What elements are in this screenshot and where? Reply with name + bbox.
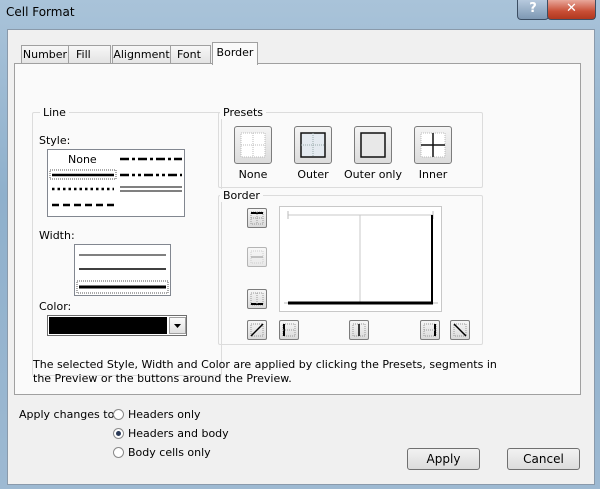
border-top-button[interactable]: [247, 208, 267, 228]
tab-font[interactable]: Font: [170, 45, 211, 63]
preset-inner-label: Inner: [418, 168, 448, 181]
cancel-button[interactable]: Cancel: [507, 448, 580, 470]
preset-none-label: None: [238, 168, 268, 181]
presets-group-title: Presets: [220, 106, 267, 119]
radio-headers-only-label[interactable]: Headers only: [128, 408, 201, 421]
border-inner-vertical-button[interactable]: [349, 320, 369, 340]
line-style-list[interactable]: None: [47, 149, 185, 217]
line-width-list[interactable]: [74, 244, 171, 296]
color-swatch: [49, 317, 167, 334]
radio-headers-only[interactable]: [113, 409, 124, 420]
border-right-icon: [423, 323, 437, 337]
preset-outer-button[interactable]: [294, 126, 332, 164]
border-inner-vertical-icon: [352, 323, 366, 337]
help-button[interactable]: ?: [517, 0, 549, 20]
preset-outer-icon: [300, 132, 326, 158]
radio-headers-and-body[interactable]: [113, 428, 124, 439]
border-preview-canvas[interactable]: [280, 207, 441, 311]
border-tab-page: Line Style: None Width: Color: Presets N…: [14, 63, 581, 395]
title-bar[interactable]: Cell Format ? ✕: [0, 0, 600, 26]
radio-selected-dot: [116, 431, 121, 436]
border-bottom-button[interactable]: [247, 289, 267, 309]
border-left-button[interactable]: [279, 320, 299, 340]
preset-inner-button[interactable]: [414, 126, 452, 164]
chevron-down-icon: [174, 324, 181, 328]
preset-none-button[interactable]: [234, 126, 272, 164]
border-left-icon: [282, 323, 296, 337]
color-label: Color:: [39, 300, 72, 313]
radio-body-cells-only[interactable]: [113, 447, 124, 458]
border-diagonal-down-button[interactable]: [450, 320, 470, 340]
preset-outer-only-button[interactable]: [354, 126, 392, 164]
preset-inner-icon: [420, 132, 446, 158]
info-text: The selected Style, Width and Color are …: [33, 358, 497, 385]
apply-button[interactable]: Apply: [407, 448, 480, 470]
apply-changes-label: Apply changes to:: [19, 408, 119, 421]
border-inner-horizontal-button[interactable]: [247, 247, 267, 267]
preset-outer-only-label: Outer only: [344, 168, 402, 181]
tab-border[interactable]: Border: [212, 42, 258, 65]
close-button[interactable]: ✕: [547, 0, 596, 20]
border-diagonal-up-button[interactable]: [247, 320, 267, 340]
border-preview[interactable]: [279, 206, 442, 312]
border-right-button[interactable]: [420, 320, 440, 340]
dropdown-arrow-button[interactable]: [169, 317, 186, 334]
radio-body-cells-only-label[interactable]: Body cells only: [128, 446, 211, 459]
close-icon: ✕: [566, 1, 577, 16]
preset-outer-label: Outer: [297, 168, 329, 181]
tab-number[interactable]: Number: [21, 45, 69, 64]
line-width-swatches[interactable]: [75, 245, 170, 295]
dialog-window: Cell Format ? ✕ Number Fill Alignment Fo…: [0, 0, 600, 489]
border-inner-horizontal-icon: [250, 250, 264, 264]
tab-fill[interactable]: Fill: [68, 45, 111, 63]
border-top-icon: [250, 211, 264, 225]
diagonal-up-icon: [250, 323, 264, 337]
tab-alignment[interactable]: Alignment: [112, 45, 171, 64]
color-dropdown[interactable]: [47, 315, 187, 336]
window-title: Cell Format: [6, 5, 75, 19]
preset-none-icon: [240, 132, 266, 158]
radio-headers-and-body-label[interactable]: Headers and body: [128, 427, 229, 440]
preset-outer-only-icon: [360, 132, 386, 158]
width-label: Width:: [39, 229, 75, 242]
style-label: Style:: [39, 134, 71, 147]
border-bottom-icon: [250, 292, 264, 306]
border-group-title: Border: [220, 189, 263, 202]
diagonal-down-icon: [453, 323, 467, 337]
line-group-title: Line: [40, 106, 69, 119]
line-style-swatches[interactable]: [48, 150, 184, 216]
help-icon: ?: [529, 1, 537, 16]
